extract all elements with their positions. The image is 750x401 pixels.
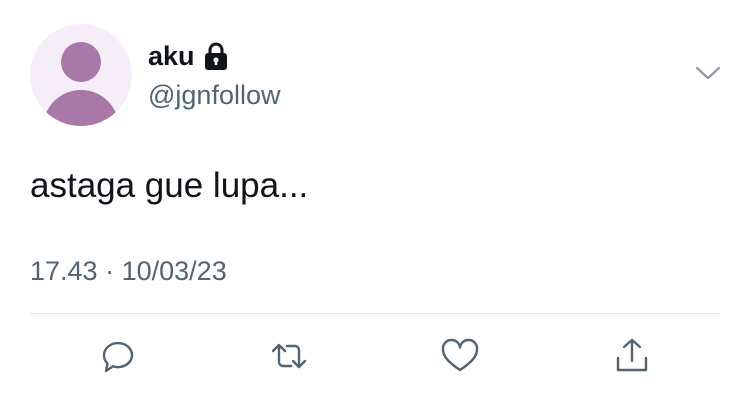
- avatar-head: [61, 42, 101, 82]
- heart-icon: [438, 334, 482, 378]
- avatar-shoulders: [43, 90, 119, 126]
- tweet-date: 10/03/23: [121, 256, 227, 286]
- tweet-text: astaga gue lupa...: [30, 166, 309, 205]
- retweet-icon: [267, 334, 311, 378]
- divider: [30, 313, 720, 314]
- reply-button[interactable]: [95, 333, 141, 379]
- chevron-down-icon[interactable]: [694, 62, 722, 84]
- share-button[interactable]: [609, 333, 655, 379]
- avatar[interactable]: [30, 24, 132, 126]
- reply-icon: [96, 334, 140, 378]
- author-handle[interactable]: @jgnfollow: [148, 78, 280, 112]
- meta-separator: ·: [105, 256, 115, 286]
- lock-icon: [204, 41, 228, 71]
- retweet-button[interactable]: [266, 333, 312, 379]
- like-button[interactable]: [437, 333, 483, 379]
- display-name[interactable]: aku: [148, 38, 195, 74]
- author-name-row: aku: [148, 38, 228, 74]
- tweet-card: aku @jgnfollow astaga gue lupa... 17.43 …: [0, 0, 750, 401]
- tweet-timestamp[interactable]: 17.43 · 10/03/23: [30, 254, 227, 288]
- tweet-time: 17.43: [30, 256, 98, 286]
- share-icon: [610, 334, 654, 378]
